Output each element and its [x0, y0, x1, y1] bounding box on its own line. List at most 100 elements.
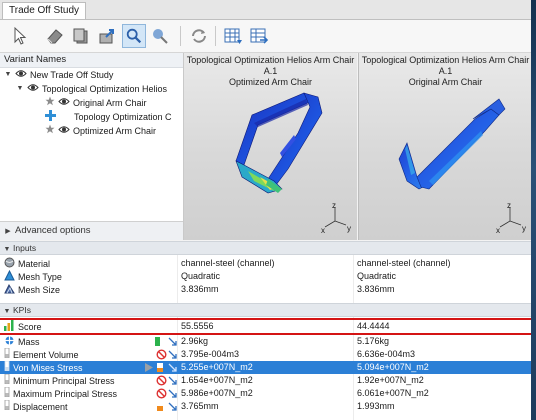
kpi-bar-icon [4, 347, 10, 362]
axis-y-label: y [522, 224, 526, 233]
mesh-size-icon [4, 283, 15, 298]
axis-z-label: z [507, 201, 511, 210]
pan-icon[interactable] [148, 24, 172, 48]
kpi-row-mass[interactable]: Mass 2.96kg 5.176kg [0, 335, 531, 348]
collapse-triangle-icon: ▶ [5, 228, 11, 235]
value-cell-1: 3.765mm [181, 401, 219, 411]
value-cell-2: 3.836mm [357, 284, 395, 294]
section-label: Inputs [13, 243, 37, 253]
eye-icon[interactable] [27, 82, 39, 96]
value-cell-1: 5.255e+007N_m2 [181, 362, 253, 372]
value-cell-2: Quadratic [357, 271, 397, 281]
section-label: KPIs [13, 305, 31, 315]
value-cell-1: channel-steel (channel) [181, 258, 275, 268]
value-cell-2: 5.176kg [357, 336, 390, 346]
value-cell-1: 3.836mm [181, 284, 219, 294]
toolbar-separator [180, 26, 181, 46]
viewport-optimized-arm-chair[interactable]: Topological Optimization Helios Arm Chai… [184, 53, 357, 240]
table-view-icon[interactable] [221, 24, 245, 48]
tree-item-label: New Trade Off Study [30, 70, 114, 80]
kpis-section-header[interactable]: ▼ KPIs [0, 303, 531, 317]
refresh-cycle-icon[interactable] [187, 24, 211, 48]
kpi-row-score[interactable]: Score 55.5556 44.4444 [0, 318, 531, 335]
expand-triangle-icon[interactable]: ▼ [4, 68, 12, 82]
kpi-bar-icon [4, 386, 10, 401]
expand-triangle-icon[interactable]: ▼ [16, 82, 24, 96]
kpi-row-displacement[interactable]: Displacement 3.765mm 1.993mm [0, 399, 531, 415]
kpi-name: Displacement [13, 401, 68, 412]
value-cell-2: channel-steel (channel) [357, 258, 451, 268]
copy-icon[interactable] [69, 24, 93, 48]
tree-item-new-trade-off-study[interactable]: ▼ New Trade Off Study [4, 68, 114, 82]
inputs-section-header[interactable]: ▼ Inputs [0, 241, 531, 255]
value-cell-2: 1.92e+007N_m2 [357, 375, 424, 385]
kpi-name: Element Volume [13, 349, 79, 360]
kpi-row-minimum-principal-stress[interactable]: Minimum Principal Stress 1.654e+007N_m2 … [0, 373, 531, 388]
input-row-mesh-size[interactable]: Mesh Size 3.836mm 3.836mm [0, 283, 531, 296]
value-cell-2: 5.094e+007N_m2 [357, 362, 429, 372]
eye-icon[interactable] [58, 124, 70, 138]
tree-item-label: Topology Optimization C [74, 112, 172, 122]
value-cell-1: 3.795e-004m3 [181, 349, 240, 359]
kpi-name: Score [18, 322, 42, 332]
axis-z-label: z [332, 201, 336, 210]
variant-tree-panel: Variant Names ▼ New Trade Off Study ▼ To… [0, 53, 184, 240]
tree-item-original-arm-chair[interactable]: Original Arm Chair [45, 96, 147, 110]
table-export-icon[interactable] [247, 24, 271, 48]
eraser-icon[interactable] [43, 24, 67, 48]
kpi-row-von-mises-stress[interactable]: Von Mises Stress 5.255e+007N_m2 5.094e+0… [0, 360, 531, 375]
tab-trade-off-study[interactable]: Trade Off Study [2, 2, 87, 19]
kpi-name: Maximum Principal Stress [13, 388, 118, 399]
tree-item-optimized-arm-chair[interactable]: Optimized Arm Chair [45, 124, 156, 138]
expand-triangle-icon: ▼ [3, 246, 11, 253]
kpi-row-maximum-principal-stress[interactable]: Maximum Principal Stress 5.986e+007N_m2 … [0, 386, 531, 401]
star-icon [45, 96, 55, 110]
export-icon[interactable] [95, 24, 119, 48]
plus-shape-icon [45, 109, 56, 125]
axis-x-label: x [496, 226, 500, 235]
variant-names-header: Variant Names [0, 53, 183, 68]
zoom-fit-icon[interactable] [122, 24, 146, 48]
kpi-name: Minimum Principal Stress [13, 375, 115, 386]
kpi-bar-icon [4, 373, 10, 388]
value-cell-1: 5.986e+007N_m2 [181, 388, 253, 398]
trend-down-arrow-icon [168, 402, 178, 415]
axis-x-label: x [321, 226, 325, 235]
value-cell-1: 55.5556 [181, 321, 214, 331]
toolbar [0, 20, 531, 53]
input-row-material[interactable]: Material channel-steel (channel) channel… [0, 257, 531, 270]
tree-item-label: Topological Optimization Helios [42, 84, 168, 94]
value-cell-2: 6.636e-004m3 [357, 349, 416, 359]
kpi-bar-icon [4, 399, 10, 414]
advanced-options-toggle[interactable]: ▶ Advanced options [0, 221, 183, 240]
viewport-original-arm-chair[interactable]: Topological Optimization Helios Arm Chai… [358, 53, 531, 240]
kpi-name: Von Mises Stress [13, 362, 83, 373]
select-arrow-icon[interactable] [8, 24, 32, 48]
tree-item-label: Original Arm Chair [73, 98, 147, 108]
trade-off-study-window: Trade Off Study Variant Names ▼ New Trad… [0, 0, 531, 420]
value-cell-1: Quadratic [181, 271, 221, 281]
value-cell-1: 1.654e+007N_m2 [181, 375, 253, 385]
value-cell-2: 6.061e+007N_m2 [357, 388, 429, 398]
eye-icon[interactable] [15, 68, 27, 82]
kpi-row-element-volume[interactable]: Element Volume 3.795e-004m3 6.636e-004m3 [0, 347, 531, 362]
input-row-mesh-type[interactable]: Mesh Type Quadratic Quadratic [0, 269, 531, 283]
comparison-grid: ▼ Inputs Material channel-steel (channel)… [0, 241, 531, 420]
orange-status-bar-icon [157, 402, 163, 415]
score-bars-icon [4, 320, 15, 335]
axis-y-label: y [347, 224, 351, 233]
advanced-options-label: Advanced options [15, 225, 91, 236]
eye-icon[interactable] [58, 96, 70, 110]
star-icon [45, 124, 55, 138]
expand-triangle-icon: ▼ [3, 308, 11, 315]
value-cell-1: 2.96kg [181, 336, 209, 346]
tree-item-topological-optimization[interactable]: ▼ Topological Optimization Helios [16, 82, 168, 96]
tab-bar: Trade Off Study [0, 0, 531, 20]
toolbar-separator [215, 26, 216, 46]
value-cell-2: 44.4444 [357, 321, 390, 331]
input-name: Mesh Size [18, 285, 61, 295]
tree-item-label: Optimized Arm Chair [73, 126, 157, 136]
value-cell-2: 1.993mm [357, 401, 395, 411]
tree-item-topology-optimization[interactable]: Topology Optimization C [45, 109, 172, 125]
kpi-bar-icon [4, 360, 10, 375]
